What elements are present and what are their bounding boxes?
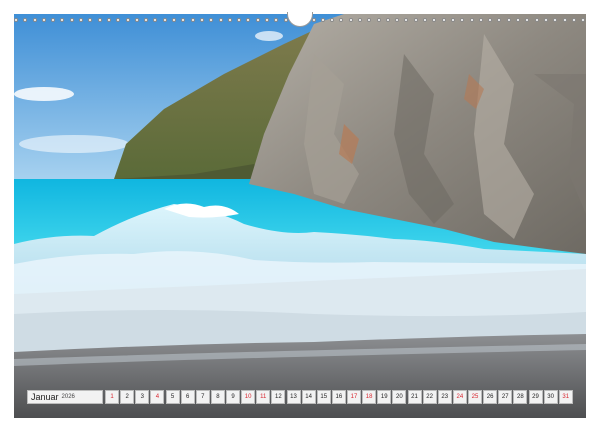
binding-hole: [162, 18, 167, 22]
binding-hole: [376, 18, 381, 22]
day-cell: 17: [347, 390, 361, 404]
binding-hole: [581, 18, 586, 22]
day-cell: 5: [165, 390, 180, 404]
binding-hole: [265, 18, 270, 22]
year: 2026: [61, 394, 75, 400]
day-cell: 7: [195, 390, 210, 404]
binding-hole: [534, 18, 539, 22]
calendar-page: Januar 2026 1 2 3 4 5 6 7 8 9 10 11 12 13 14 15 16 17 18 1…: [0, 0, 600, 432]
binding-hole: [51, 18, 56, 22]
binding-hole: [88, 18, 93, 22]
binding-hole: [357, 18, 362, 22]
binding-hole: [562, 18, 567, 22]
binding-hole: [23, 18, 28, 22]
binding-hole: [116, 18, 121, 22]
day-cell: 21: [407, 390, 422, 404]
day-cell: 20: [392, 390, 407, 404]
binding-hole: [395, 18, 400, 22]
binding-hole: [237, 18, 242, 22]
day-cell: 27: [498, 390, 513, 404]
binding-hole: [255, 18, 260, 22]
binding-hole: [525, 18, 530, 22]
day-cell: 11: [256, 390, 271, 404]
binding-hole: [385, 18, 390, 22]
day-cell: 3: [135, 390, 150, 404]
binding-hole: [506, 18, 511, 22]
binding-hole: [348, 18, 353, 22]
binding-hole: [413, 18, 418, 22]
spiral-binding: [14, 12, 586, 27]
binding-hole: [41, 18, 46, 22]
binding-hole: [497, 18, 502, 22]
binding-hole: [320, 18, 325, 22]
binding-hole: [441, 18, 446, 22]
day-cell: 23: [437, 390, 452, 404]
binding-hole: [543, 18, 548, 22]
binding-hole: [553, 18, 558, 22]
binding-hole: [209, 18, 214, 22]
day-cell: 6: [180, 390, 195, 404]
binding-hole: [14, 18, 18, 22]
coastal-photo: [14, 14, 586, 418]
binding-hole: [571, 18, 576, 22]
binding-hole: [478, 18, 483, 22]
day-cell: 30: [543, 390, 558, 404]
binding-hole: [488, 18, 493, 22]
binding-hole: [423, 18, 428, 22]
day-cell: 2: [120, 390, 135, 404]
photo-scene: [14, 14, 586, 418]
binding-hole: [32, 18, 37, 22]
binding-hole: [404, 18, 409, 22]
day-cell: 22: [422, 390, 437, 404]
binding-hole: [125, 18, 130, 22]
day-cell: 1: [105, 390, 119, 404]
binding-hole: [134, 18, 139, 22]
binding-hole: [69, 18, 74, 22]
day-cell: 13: [286, 390, 301, 404]
binding-hole: [190, 18, 195, 22]
binding-hole: [469, 18, 474, 22]
day-cell: 15: [316, 390, 331, 404]
day-cell: 12: [271, 390, 286, 404]
day-cell: 28: [513, 390, 528, 404]
day-cells: 1 2 3 4 5 6 7 8 9 10 11 12 13 14 15 16 17 18 19 20 21 22 23 24 2…: [105, 390, 573, 404]
day-cell: 9: [226, 390, 240, 404]
binding-hole: [450, 18, 455, 22]
binding-hole: [367, 18, 372, 22]
day-cell: 19: [377, 390, 392, 404]
binding-hole: [79, 18, 84, 22]
binding-hole: [60, 18, 65, 22]
binding-hole: [516, 18, 521, 22]
day-cell: 26: [483, 390, 498, 404]
month-label-box: Januar 2026: [27, 390, 103, 404]
binding-hole: [218, 18, 223, 22]
binding-hole: [330, 18, 335, 22]
hanger-hook: [287, 12, 313, 27]
day-cell: 29: [528, 390, 543, 404]
binding-hole: [172, 18, 177, 22]
day-cell: 31: [558, 390, 573, 404]
day-cell: 16: [331, 390, 346, 404]
day-cell: 4: [150, 390, 165, 404]
binding-hole: [432, 18, 437, 22]
binding-hole: [181, 18, 186, 22]
calendar-strip: Januar 2026 1 2 3 4 5 6 7 8 9 10 11 12 13 14 15 16 17 18 1…: [27, 390, 573, 404]
binding-hole: [144, 18, 149, 22]
binding-hole: [246, 18, 251, 22]
day-cell: 10: [241, 390, 256, 404]
binding-hole: [227, 18, 232, 22]
day-cell: 14: [301, 390, 316, 404]
binding-hole: [339, 18, 344, 22]
binding-hole: [106, 18, 111, 22]
binding-hole: [199, 18, 204, 22]
month-name: Januar: [31, 392, 59, 402]
binding-hole: [97, 18, 102, 22]
day-cell: 8: [210, 390, 225, 404]
day-cell: 25: [468, 390, 482, 404]
day-cell: 24: [452, 390, 467, 404]
binding-hole: [274, 18, 279, 22]
day-cell: 18: [362, 390, 377, 404]
binding-hole: [153, 18, 158, 22]
binding-hole: [460, 18, 465, 22]
